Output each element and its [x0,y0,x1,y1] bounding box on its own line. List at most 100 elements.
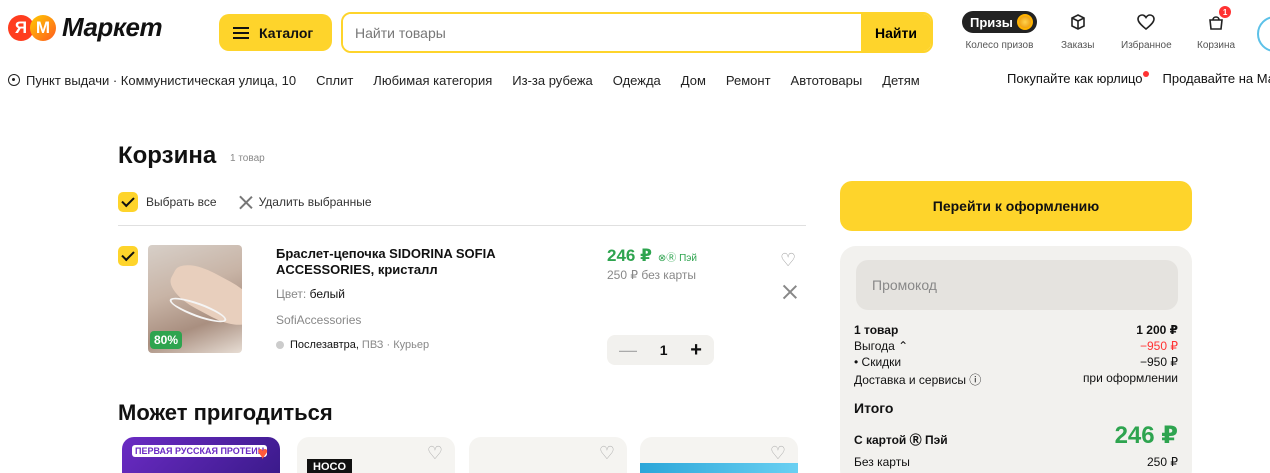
favorite-heart-icon[interactable]: ♡ [599,443,615,464]
select-all-checkbox[interactable] [118,192,138,212]
recommendation-card[interactable]: ♡ [640,437,798,473]
favorite-heart-icon[interactable]: ♡ [427,443,443,464]
coin-icon [1016,14,1033,30]
business-link[interactable]: Покупайте как юрлицо [1007,71,1143,86]
recommendation-card[interactable]: HOCO ♡ [297,437,455,473]
with-card-label: С картой Ⓡ Пэй [854,433,948,447]
remove-item-icon[interactable] [783,285,797,299]
catalog-label: Каталог [259,24,314,41]
increase-button[interactable]: + [690,339,702,362]
location-pin-icon [8,74,20,86]
header: Я М Маркет Каталог Найти Призы Колесо пр… [0,0,1270,66]
product-color-label: Цвет: [276,287,307,301]
summary-discounts-row: • Скидки −950 ₽ [840,355,1192,369]
delivery-day: Послезавтра, [290,339,359,351]
items-label: 1 товар [854,323,899,337]
market-logo[interactable]: Я М Маркет [8,12,163,43]
search-button[interactable]: Найти [861,14,931,51]
search-input[interactable] [343,14,861,51]
cart-badge: 1 [1219,6,1232,18]
notification-dot [1142,71,1149,77]
search-bar: Найти [341,12,933,53]
favorite-heart-icon[interactable]: ♥ [257,443,268,464]
favorite-heart-icon[interactable]: ♡ [780,250,796,271]
benefit-value: −950 ₽ [1140,339,1178,353]
heart-icon [1137,10,1156,34]
price-without-card: 250 ₽ без карты [607,268,697,282]
catalog-button[interactable]: Каталог [219,14,332,51]
recommendation-card[interactable]: ♡ [469,437,627,473]
product-name-link[interactable]: Браслет-цепочка SIDORINA SOFIA ACCESSORI… [276,246,586,278]
summary-items-row: 1 товар 1 200 ₽ [840,323,1192,337]
product-color-value: белый [309,287,345,301]
avatar[interactable] [1257,16,1270,52]
prize-wheel-link[interactable]: Призы Колесо призов [962,10,1037,51]
cart-link[interactable]: 1 Корзина [1197,6,1236,51]
menu-icon [233,26,249,39]
items-value: 1 200 ₽ [1136,323,1178,337]
favorite-heart-icon[interactable]: ♡ [770,443,786,464]
card-image-stripe [640,463,798,473]
delivery-label: Доставка и сервисы ⓘ [854,373,982,387]
nav-item-clothes[interactable]: Одежда [613,73,661,88]
orders-link[interactable]: Заказы [1061,10,1094,51]
subnav: Пункт выдачи · Коммунистическая улица, 1… [8,71,920,89]
price-value: 246 ₽ [607,246,652,265]
recommendation-card[interactable]: ПЕРВАЯ РУССКАЯ ПРОТЕИН ♥ [122,437,280,473]
product-image-wrist [163,256,242,334]
total-title: Итого [854,400,894,416]
cart-caption: Корзина [1197,40,1236,51]
nav-item-home[interactable]: Дом [681,73,706,88]
product-color: Цвет: белый [276,287,345,301]
nav-item-split[interactable]: Сплит [316,73,353,88]
delete-selected-button[interactable]: Удалить выбранные [259,195,372,209]
delivery-info: Послезавтра, ПВЗ · Курьер [276,339,429,351]
select-row: Выбрать все Удалить выбранные [118,192,372,212]
nav-item-auto[interactable]: Автотовары [791,73,863,88]
delete-icon[interactable] [239,195,253,209]
card-promo-text: HOCO [307,459,352,473]
summary-delivery-row: Доставка и сервисы ⓘ при оформлении [840,371,1192,388]
divider [118,225,806,226]
order-summary: 1 товар 1 200 ₽ Выгода ⌃ −950 ₽ • Скидки… [840,246,1192,473]
discounts-value: −950 ₽ [1140,355,1178,369]
discounts-label: • Скидки [854,355,902,369]
pay-label: ⊗Ⓡ Пэй [657,253,697,264]
decrease-button[interactable]: — [619,340,637,361]
cart-icon: 1 [1207,6,1232,34]
prizes-caption: Колесо призов [965,40,1034,51]
checkout-button[interactable]: Перейти к оформлению [840,181,1192,231]
item-checkbox[interactable] [118,246,138,266]
summary-with-card-row: С картой Ⓡ Пэй 246 ₽ [840,424,1192,448]
delivery-methods: ПВЗ · Курьер [361,339,430,351]
card-brand-label: ПЕРВАЯ РУССКАЯ ПРОТЕИН [132,445,268,457]
recommendations-title: Может пригодиться [118,400,333,425]
summary-benefit-row[interactable]: Выгода ⌃ −950 ₽ [840,339,1192,353]
promo-code-input[interactable] [856,260,1178,310]
favorites-link[interactable]: Избранное [1121,10,1172,51]
nav-item-favorite-category[interactable]: Любимая категория [373,73,492,88]
quantity-value: 1 [659,342,668,358]
pickup-point-link[interactable]: Пункт выдачи · Коммунистическая улица, 1… [26,73,296,88]
nav-item-abroad[interactable]: Из-за рубежа [512,73,592,88]
sell-link[interactable]: Продавайте на Ма [1163,71,1270,86]
seller-link[interactable]: SofiAccessories [276,313,361,327]
cart-count: 1 товар [230,153,265,164]
status-dot-icon [276,341,284,349]
nav-item-kids[interactable]: Детям [882,73,920,88]
summary-without-card-row: Без карты 250 ₽ [840,455,1192,469]
discount-badge: 80% [150,331,183,349]
prizes-badge: Призы [962,11,1037,33]
prizes-label: Призы [970,14,1013,30]
quantity-stepper: — 1 + [607,335,714,365]
nav-item-repair[interactable]: Ремонт [726,73,771,88]
with-card-value: 246 ₽ [1114,422,1178,449]
subnav-right: Покупайте как юрлицо Продавайте на Ма [1007,71,1270,86]
select-all-label[interactable]: Выбрать все [146,195,217,209]
benefit-label: Выгода ⌃ [854,339,909,353]
box-icon [1070,10,1086,34]
market-logo-icon: М [30,14,56,41]
without-card-label: Без карты [854,455,910,469]
orders-caption: Заказы [1061,40,1095,51]
page-title: Корзина [118,142,217,169]
